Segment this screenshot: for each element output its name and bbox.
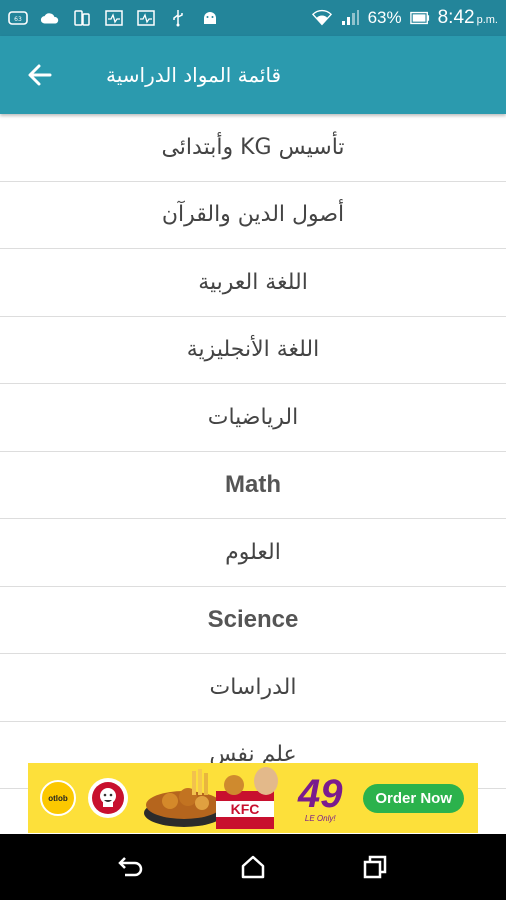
list-item-label: اللغة الأنجليزية [186,337,320,363]
notification-icons: 63 [8,9,220,27]
list-item-label: العلوم [225,539,281,565]
nav-recents-button[interactable] [355,847,395,887]
system-status: 63% 8:42 p.m. [311,7,498,29]
list-item-label: Science [207,605,299,633]
page-title: قائمة المواد الدراسية [106,63,282,87]
signal-icon [340,9,360,27]
clock-ampm: p.m. [476,14,498,26]
activity-icon-2 [136,9,156,27]
android-icon [200,9,220,27]
battery-icon [409,9,430,27]
ad-price-note: LE Only! [304,813,336,823]
clock-time: 8:42 [437,7,475,28]
list-item-label: الدراسات [209,674,297,700]
list-item-kg-primary[interactable]: تأسيس KG وأبتدائى [0,114,506,182]
app-toolbar: قائمة المواد الدراسية [0,36,506,114]
list-item-mathematics-ar[interactable]: الرياضيات [0,384,506,452]
kfc-logo-icon [88,778,128,818]
list-item-english[interactable]: اللغة الأنجليزية [0,317,506,384]
battery-percent: 63% [367,8,402,27]
ad-price-number: 49 [298,771,343,816]
nav-home-button[interactable] [233,847,273,887]
usb-icon [168,9,188,27]
nav-back-button[interactable] [111,847,151,887]
home-icon [241,855,265,879]
list-item-religion-quran[interactable]: أصول الدين والقرآن [0,182,506,249]
cloud-icon [40,9,60,27]
subject-list[interactable]: تأسيس KG وأبتدائى أصول الدين والقرآن الل… [0,114,506,834]
ad-banner[interactable]: otlob KFC 49 LE Only! Order Now [28,763,478,833]
cloud-usb-icon: 63 [8,9,28,27]
clock: 8:42 p.m. [438,7,498,29]
system-nav-bar [0,834,506,900]
recents-icon [363,855,387,879]
kfc-bucket-text: KFC [231,801,260,817]
list-item-label: Math [225,470,281,498]
otlob-logo-text: otlob [48,793,68,803]
back-arrow-icon [118,857,143,877]
list-item-label: اللغة العربية [198,269,308,295]
list-item-label: الرياضيات [207,404,299,430]
status-bar: 63 63% 8:42 p.m. [0,0,506,36]
list-item-label: تأسيس KG وأبتدائى [161,134,345,160]
list-item-arabic[interactable]: اللغة العربية [0,249,506,317]
list-item-science[interactable]: Science [0,587,506,654]
svg-text:63: 63 [14,16,22,23]
arrow-left-icon [28,64,52,86]
list-item-label: أصول الدين والقرآن [161,202,345,228]
list-item-science-ar[interactable]: العلوم [0,519,506,587]
phone-tablet-icon [72,9,92,27]
otlob-logo: otlob [40,780,76,816]
list-item-social-studies[interactable]: الدراسات [0,654,506,722]
back-button[interactable] [20,55,60,95]
activity-icon [104,9,124,27]
food-bucket-image: KFC [144,767,278,829]
ad-price: 49 LE Only! [298,774,343,823]
list-item-math[interactable]: Math [0,452,506,519]
order-now-button[interactable]: Order Now [363,783,464,813]
wifi-icon [311,9,332,27]
